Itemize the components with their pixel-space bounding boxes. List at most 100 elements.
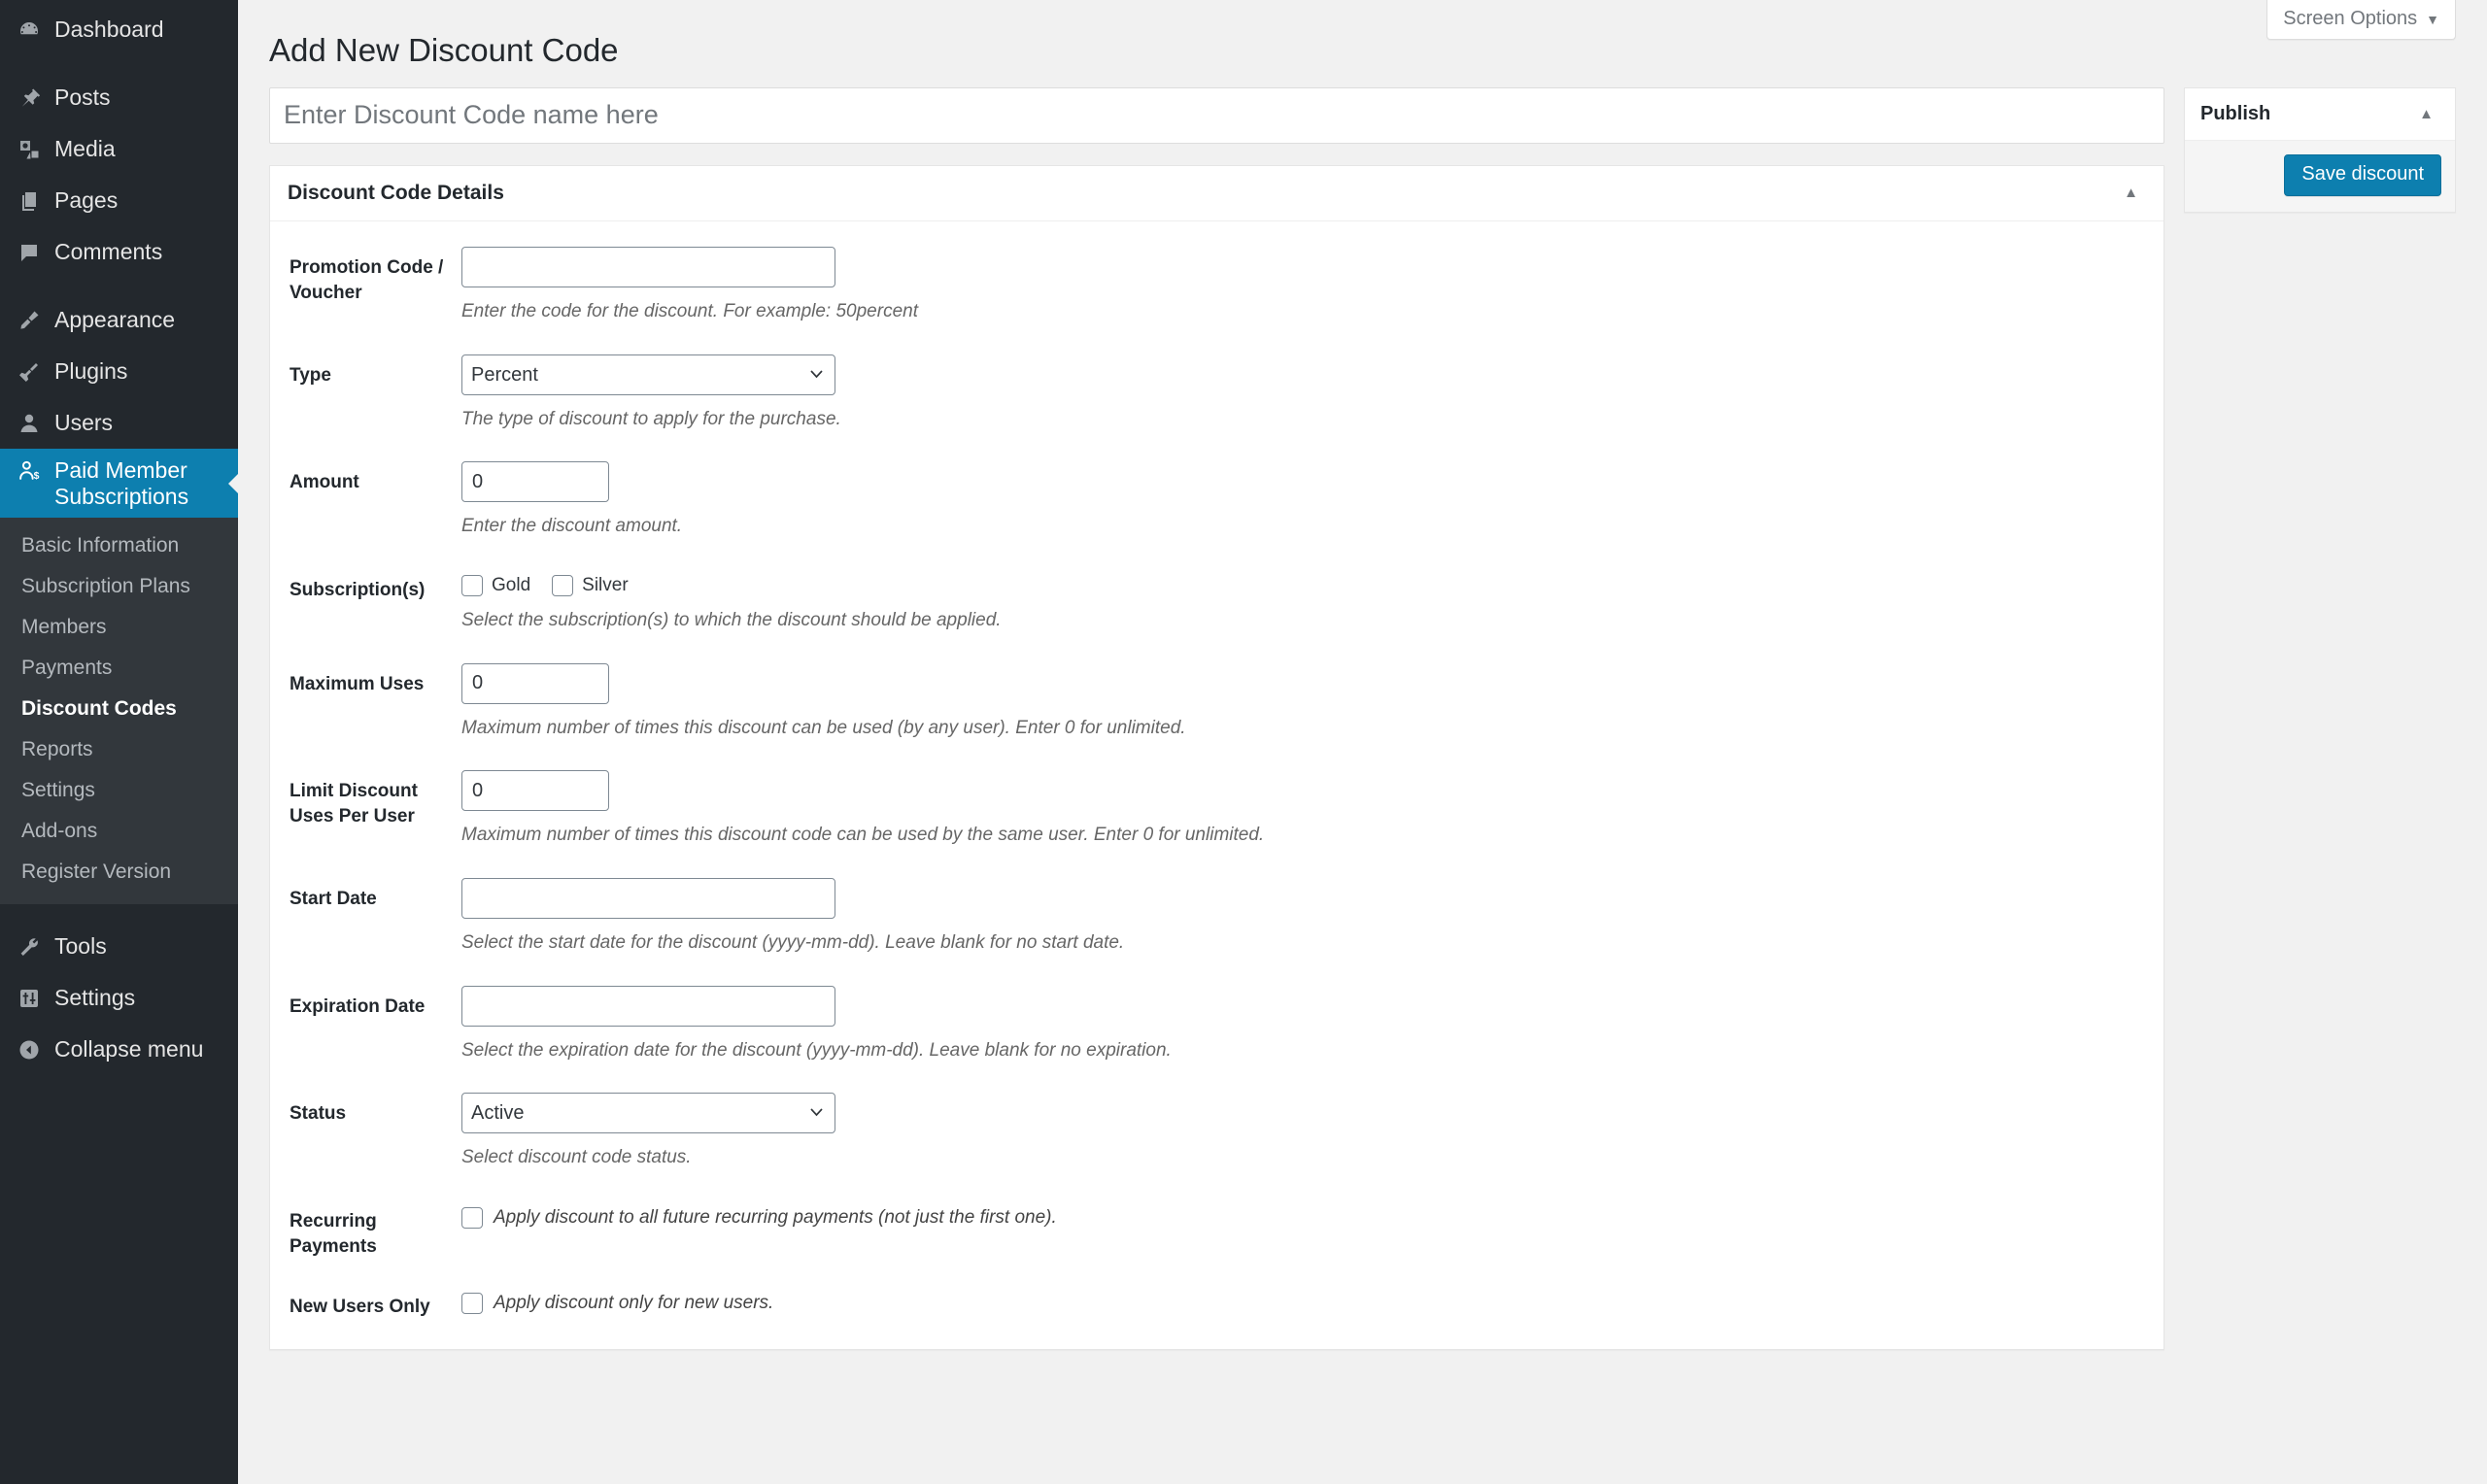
status-select[interactable]: Active <box>461 1093 835 1134</box>
row-spacer <box>270 324 2163 354</box>
screen-meta-links: Screen Options ▼ <box>2266 0 2456 40</box>
field-description: Select discount code status. <box>461 1147 692 1168</box>
sidebar-item-label: Settings <box>54 985 136 1011</box>
dashboard-icon <box>12 18 47 42</box>
page-wrap: Add New Discount Code Discount Code Deta… <box>238 0 2487 1371</box>
sidebar-item-plugins[interactable]: Plugins <box>0 346 238 397</box>
chevron-down-icon: ▼ <box>2426 11 2439 27</box>
field-description: Enter the discount amount. <box>461 516 683 537</box>
field-control: Gold Silver Select the subscription(s) t… <box>453 569 2163 633</box>
field-control: Apply discount only for new users. <box>453 1286 2163 1315</box>
checkbox-box[interactable] <box>461 1293 483 1315</box>
sidebar-item-dashboard[interactable]: Dashboard <box>0 4 238 55</box>
subscription-checkbox-group: Gold Silver <box>461 569 2163 596</box>
submenu-item-discount-codes[interactable]: Discount Codes <box>0 689 238 729</box>
row-spacer <box>270 1062 2163 1093</box>
post-layout: Discount Code Details ▲ Promotion Code /… <box>269 86 2456 1371</box>
sidebar-item-pages[interactable]: Pages <box>0 175 238 226</box>
member-dollar-icon: $ <box>12 458 47 483</box>
save-discount-button[interactable]: Save discount <box>2284 153 2441 196</box>
publish-panel: Publish ▲ Save discount <box>2184 86 2456 213</box>
sidebar-submenu: Basic Information Subscription Plans Mem… <box>0 518 238 905</box>
submenu-item-register-version[interactable]: Register Version <box>0 852 238 893</box>
field-label: Expiration Date <box>290 995 426 1017</box>
sidebar-item-posts[interactable]: Posts <box>0 72 238 123</box>
start-date-input[interactable] <box>461 878 835 920</box>
field-row-subscriptions: Subscription(s) Gold Silver Select the s… <box>270 569 2163 633</box>
submenu-item-subscription-plans[interactable]: Subscription Plans <box>0 566 238 607</box>
promotion-code-input[interactable] <box>461 246 835 287</box>
submenu-item-reports[interactable]: Reports <box>0 729 238 770</box>
row-spacer <box>270 633 2163 663</box>
comment-icon <box>12 241 47 264</box>
checkbox-box[interactable] <box>461 1207 483 1230</box>
expiration-date-input[interactable] <box>461 985 835 1027</box>
media-icon <box>12 138 47 161</box>
sidebar-item-label: Posts <box>54 84 111 110</box>
submenu-item-members[interactable]: Members <box>0 607 238 648</box>
field-row-start-date: Start Date Select the start date for the… <box>270 878 2163 956</box>
sidebar-item-media[interactable]: Media <box>0 123 238 175</box>
field-label: Promotion Code / Voucher <box>290 256 444 303</box>
sidebar-divider <box>0 55 238 72</box>
field-description: Maximum number of times this discount ca… <box>461 717 1186 738</box>
title-wrap <box>269 86 2164 144</box>
panel-title: Discount Code Details <box>288 181 504 204</box>
field-label: Type <box>290 364 331 386</box>
submenu-item-settings[interactable]: Settings <box>0 770 238 811</box>
sidebar-divider <box>0 904 238 921</box>
subscription-checkbox-silver[interactable]: Silver <box>552 574 629 596</box>
row-spacer <box>270 740 2163 770</box>
post-body-content: Discount Code Details ▲ Promotion Code /… <box>269 86 2164 1371</box>
amount-input[interactable] <box>461 461 609 503</box>
limit-per-user-input[interactable] <box>461 770 609 812</box>
discount-code-name-input[interactable] <box>269 86 2164 144</box>
wrench-icon <box>12 935 47 959</box>
field-label: Start Date <box>290 889 377 910</box>
field-label: Amount <box>290 472 359 493</box>
sidebar-postbox-container: Publish ▲ Save discount <box>2184 86 2456 234</box>
checkbox-box[interactable] <box>461 574 483 596</box>
field-control: Enter the discount amount. <box>453 461 2163 539</box>
sidebar-item-label: Paid Member Subscriptions <box>54 457 189 509</box>
submenu-item-payments[interactable]: Payments <box>0 648 238 689</box>
sliders-icon <box>12 987 47 1010</box>
field-description: Select the expiration date for the disco… <box>461 1039 1172 1061</box>
new-users-only-checkbox[interactable]: Apply discount only for new users. <box>461 1286 2163 1315</box>
submenu-item-basic-information[interactable]: Basic Information <box>0 525 238 566</box>
field-description: Maximum number of times this discount co… <box>461 825 1265 846</box>
field-label: Subscription(s) <box>290 579 426 600</box>
panel-header[interactable]: Discount Code Details ▲ <box>270 166 2163 221</box>
publish-panel-body: Save discount <box>2185 140 2455 212</box>
main-content: Screen Options ▼ Add New Discount Code D… <box>238 0 2487 1484</box>
sidebar-item-paid-member-subscriptions[interactable]: $ Paid Member Subscriptions <box>0 449 238 519</box>
field-description: Enter the code for the discount. For exa… <box>461 300 918 321</box>
type-select[interactable]: Percent <box>461 354 835 395</box>
sidebar-item-appearance[interactable]: Appearance <box>0 294 238 346</box>
checkbox-box[interactable] <box>552 574 574 596</box>
maximum-uses-input[interactable] <box>461 662 609 704</box>
publish-panel-header[interactable]: Publish ▲ <box>2185 88 2455 141</box>
user-icon <box>12 412 47 435</box>
field-row-type: Type Percent The type of discount to app… <box>270 354 2163 432</box>
checkbox-label: Apply discount only for new users. <box>494 1293 774 1314</box>
recurring-payments-checkbox[interactable]: Apply discount to all future recurring p… <box>461 1200 2163 1230</box>
sidebar-item-comments[interactable]: Comments <box>0 226 238 278</box>
sidebar-item-collapse-menu[interactable]: Collapse menu <box>0 1024 238 1075</box>
field-control: Select the start date for the discount (… <box>453 878 2163 956</box>
screen-options-button[interactable]: Screen Options ▼ <box>2266 0 2456 40</box>
chevron-up-icon[interactable]: ▲ <box>2413 103 2439 125</box>
field-row-recurring-payments: Recurring Payments Apply discount to all… <box>270 1200 2163 1259</box>
field-row-promotion-code: Promotion Code / Voucher Enter the code … <box>270 246 2163 324</box>
sidebar-item-label: Dashboard <box>54 17 164 42</box>
sidebar-item-settings[interactable]: Settings <box>0 972 238 1024</box>
submenu-item-add-ons[interactable]: Add-ons <box>0 811 238 852</box>
field-row-limit-per-user: Limit Discount Uses Per User Maximum num… <box>270 770 2163 848</box>
field-control: Percent The type of discount to apply fo… <box>453 354 2163 432</box>
subscription-checkbox-gold[interactable]: Gold <box>461 574 530 596</box>
sidebar-item-users[interactable]: Users <box>0 397 238 449</box>
chevron-up-icon[interactable]: ▲ <box>2118 182 2144 204</box>
admin-sidebar: Dashboard Posts Media Pages Comments App… <box>0 0 238 1484</box>
field-description: The type of discount to apply for the pu… <box>461 408 841 429</box>
sidebar-item-tools[interactable]: Tools <box>0 921 238 972</box>
